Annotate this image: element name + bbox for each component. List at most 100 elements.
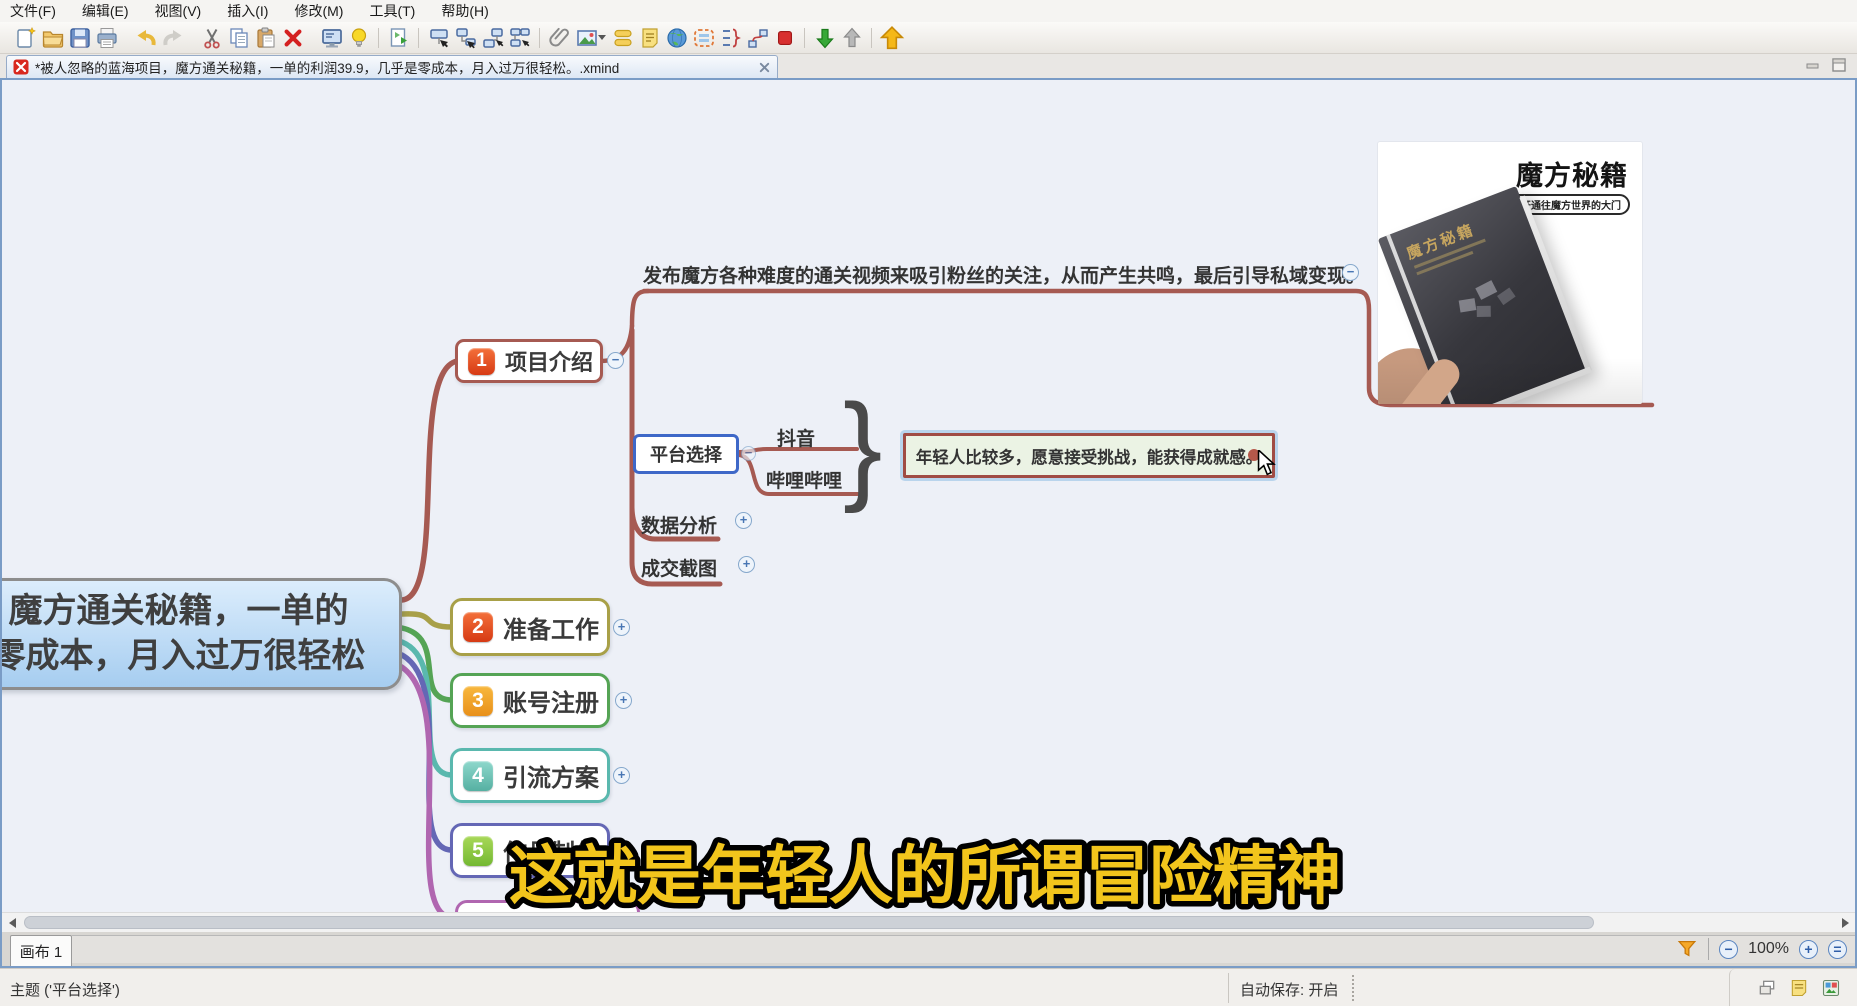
zoom-reset-button[interactable]: = xyxy=(1828,940,1847,959)
status-bar: 主题 ('平台选择') 自动保存: 开启 xyxy=(0,968,1857,1006)
zoom-level: 100% xyxy=(1748,940,1789,958)
zoom-out-button[interactable]: − xyxy=(1719,940,1738,959)
drill-down-icon[interactable] xyxy=(811,24,838,51)
main-topic-1[interactable]: 1 项目介绍 xyxy=(455,339,603,383)
attachment-icon[interactable] xyxy=(546,24,573,51)
new-sheet-icon[interactable] xyxy=(385,24,412,51)
cut-icon[interactable] xyxy=(198,24,225,51)
scroll-left-button[interactable] xyxy=(2,913,22,933)
platform-option-douyin[interactable]: 抖音 xyxy=(777,424,815,451)
collapse-button-strategy[interactable]: − xyxy=(1342,264,1359,281)
main-topic-2-label: 准备工作 xyxy=(503,610,599,645)
document-tab-bar: *被人忽略的蓝海项目，魔方通关秘籍，一单的利润39.9，几乎是零成本，月入过万很… xyxy=(0,54,1857,78)
expand-button-topic-4[interactable]: + xyxy=(613,767,630,784)
drill-up-icon[interactable] xyxy=(838,24,865,51)
tab-close-icon[interactable] xyxy=(758,61,771,74)
minimize-pane-icon[interactable] xyxy=(1805,57,1821,73)
video-subtitle-text: 这就是年轻人的所谓冒险精神 xyxy=(509,840,1341,912)
paste-icon[interactable] xyxy=(252,24,279,51)
collapse-button-platform[interactable]: − xyxy=(741,446,756,461)
main-topic-3[interactable]: 3 账号注册 xyxy=(450,673,610,728)
video-subtitle-overlay: 这就是年轻人的所谓冒险精神 xyxy=(2,826,1855,912)
central-topic-line1: 魔方通关秘籍，一单的 xyxy=(9,589,349,634)
summary-brace-icon[interactable] xyxy=(717,24,744,51)
main-topic-4[interactable]: 4 引流方案 xyxy=(450,748,610,803)
mouse-cursor xyxy=(1256,450,1278,476)
photo-heading: 魔方秘籍 xyxy=(1516,154,1628,193)
topic-number-badge-4: 4 xyxy=(463,761,493,791)
copy-icon[interactable] xyxy=(225,24,252,51)
menu-help[interactable]: 帮助(H) xyxy=(441,1,488,21)
horizontal-scrollbar[interactable] xyxy=(2,912,1855,932)
sheet-bar: 画布 1 − 100% + = xyxy=(2,932,1855,966)
platform-option-bilibili[interactable]: 哔哩哔哩 xyxy=(766,466,842,493)
insert-topic-icon[interactable] xyxy=(425,24,452,51)
idea-lightbulb-icon[interactable] xyxy=(345,24,372,51)
xmind-app-window: 文件(F) 编辑(E) 视图(V) 插入(I) 修改(M) 工具(T) 帮助(H… xyxy=(0,0,1857,1006)
menu-tools[interactable]: 工具(T) xyxy=(369,1,415,21)
menu-insert[interactable]: 插入(I) xyxy=(227,1,268,21)
summary-topic[interactable]: 年轻人比较多，愿意接受挑战，能获得成就感。 xyxy=(903,433,1275,478)
status-autosave: 自动保存: 开启 xyxy=(1240,979,1338,1000)
maximize-pane-icon[interactable] xyxy=(1831,57,1847,73)
insert-topic-before-icon[interactable] xyxy=(479,24,506,51)
topic-number-badge-2: 2 xyxy=(463,612,493,642)
hyperlink-globe-icon[interactable] xyxy=(663,24,690,51)
relationship-icon[interactable] xyxy=(744,24,771,51)
zoom-in-button[interactable]: + xyxy=(1799,940,1818,959)
topic-number-badge-3: 3 xyxy=(463,686,493,716)
redo-icon[interactable] xyxy=(159,24,186,51)
main-topic-4-label: 引流方案 xyxy=(503,758,599,793)
xmind-file-icon xyxy=(13,59,29,75)
undo-icon[interactable] xyxy=(132,24,159,51)
expand-button-topic-3[interactable]: + xyxy=(615,692,632,709)
book-photo-image[interactable]: 魔方秘籍 打开通往魔方世界的大门 魔方秘籍 xyxy=(1378,142,1642,404)
main-topic-2[interactable]: 2 准备工作 xyxy=(450,598,610,656)
save-icon[interactable] xyxy=(66,24,93,51)
insert-subtopic-icon[interactable] xyxy=(452,24,479,51)
insert-image-icon[interactable] xyxy=(573,24,600,51)
central-topic-line2: 零成本，月入过万很轻松 xyxy=(2,634,366,679)
menu-modify[interactable]: 修改(M) xyxy=(294,1,343,21)
document-tab-title: *被人忽略的蓝海项目，魔方通关秘籍，一单的利润39.9，几乎是零成本，月入过万很… xyxy=(35,57,752,77)
scrollbar-thumb[interactable] xyxy=(24,916,1594,929)
expand-button-deal-screenshot[interactable]: + xyxy=(738,556,755,573)
main-topic-3-label: 账号注册 xyxy=(503,683,599,718)
central-topic[interactable]: 魔方通关秘籍，一单的 零成本，月入过万很轻松 xyxy=(2,578,402,690)
image-dropdown-icon[interactable] xyxy=(598,35,606,40)
collapse-button-topic-1[interactable]: − xyxy=(607,352,624,369)
editor-frame: 魔方通关秘籍，一单的 零成本，月入过万很轻松 1 项目介绍 − 发布魔方各种难度… xyxy=(0,78,1857,968)
summary-bars-icon[interactable] xyxy=(609,24,636,51)
data-analysis-topic[interactable]: 数据分析 xyxy=(641,511,717,538)
new-file-icon[interactable] xyxy=(12,24,39,51)
marker-icon[interactable] xyxy=(771,24,798,51)
delete-icon[interactable] xyxy=(279,24,306,51)
scroll-right-button[interactable] xyxy=(1835,913,1855,933)
notes-panel-icon[interactable] xyxy=(1789,978,1809,998)
deal-screenshot-topic[interactable]: 成交截图 xyxy=(641,554,717,581)
expand-button-topic-2[interactable]: + xyxy=(613,619,630,636)
menu-view[interactable]: 视图(V) xyxy=(155,1,202,21)
mindmap-canvas[interactable]: 魔方通关秘籍，一单的 零成本，月入过万很轻松 1 项目介绍 − 发布魔方各种难度… xyxy=(2,80,1855,912)
menu-file[interactable]: 文件(F) xyxy=(10,1,56,21)
boundary-icon[interactable] xyxy=(690,24,717,51)
notes-icon[interactable] xyxy=(636,24,663,51)
properties-panel-icon[interactable] xyxy=(1821,978,1841,998)
summary-brace: } xyxy=(843,387,882,507)
filter-icon[interactable] xyxy=(1676,938,1698,960)
presentation-icon[interactable] xyxy=(318,24,345,51)
upgrade-icon[interactable] xyxy=(878,24,905,51)
print-icon[interactable] xyxy=(93,24,120,51)
menu-bar: 文件(F) 编辑(E) 视图(V) 插入(I) 修改(M) 工具(T) 帮助(H… xyxy=(0,0,1857,22)
document-tab[interactable]: *被人忽略的蓝海项目，魔方通关秘籍，一单的利润39.9，几乎是零成本，月入过万很… xyxy=(6,55,778,78)
platform-topic-selected[interactable]: 平台选择 xyxy=(633,434,739,474)
cascade-windows-icon[interactable] xyxy=(1757,978,1777,998)
main-topic-1-label: 项目介绍 xyxy=(505,345,593,377)
open-file-icon[interactable] xyxy=(39,24,66,51)
menu-edit[interactable]: 编辑(E) xyxy=(82,1,129,21)
toolbar xyxy=(0,22,1857,54)
insert-parent-topic-icon[interactable] xyxy=(506,24,533,51)
strategy-note-topic[interactable]: 发布魔方各种难度的通关视频来吸引粉丝的关注，从而产生共鸣，最后引导私域变现。 xyxy=(643,261,1365,288)
sheet-tab-canvas1[interactable]: 画布 1 xyxy=(10,935,72,966)
expand-button-data-analysis[interactable]: + xyxy=(735,512,752,529)
